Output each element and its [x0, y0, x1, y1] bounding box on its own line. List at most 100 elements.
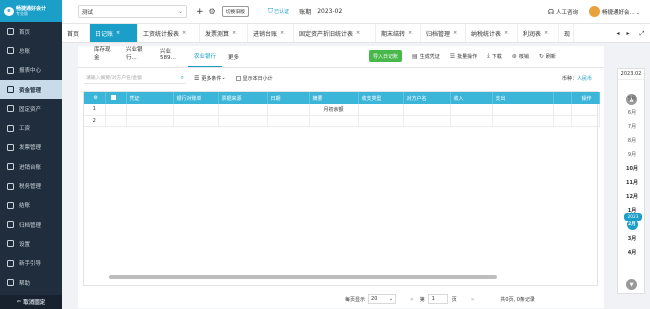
page-input[interactable]: 1	[427, 294, 448, 304]
timeline-month[interactable]: 7月	[618, 119, 646, 133]
account-select[interactable]: 测试 ⌄	[78, 5, 187, 18]
sidebar-item[interactable]: 设置	[0, 234, 62, 253]
timeline-month[interactable]: 11月	[618, 175, 646, 189]
timeline-month[interactable]: 3月	[618, 231, 646, 245]
generate-voucher-button[interactable]: ▤ 生成凭证	[412, 53, 440, 60]
tab-scroll-right-icon[interactable]: ▸	[624, 24, 632, 43]
column-counterparty[interactable]: 对方户名	[403, 92, 451, 104]
account-subtab[interactable]: 农业银行	[188, 52, 222, 67]
timeline-month[interactable]: 5月	[618, 91, 646, 105]
period-value[interactable]: 2023-02	[317, 8, 342, 15]
close-icon[interactable]: ×	[453, 30, 457, 36]
check-button[interactable]: ⊛ 核销	[512, 53, 529, 60]
currency-select[interactable]: 币种：人民币	[562, 75, 592, 82]
download-button[interactable]: ⤓ 下载	[487, 52, 502, 60]
column-expense[interactable]: 支出	[492, 92, 554, 104]
sidebar-item[interactable]: 新手引导	[0, 254, 62, 273]
sidebar-item[interactable]: 归档管理	[0, 215, 62, 234]
fullscreen-icon[interactable]: ⤢	[638, 24, 646, 43]
timeline-month[interactable]: 9月	[618, 147, 646, 161]
timeline-down-icon[interactable]: ▼	[626, 279, 637, 290]
sidebar-item[interactable]: 结账	[0, 196, 62, 215]
horizontal-scrollbar[interactable]	[109, 275, 497, 279]
gear-icon[interactable]: ⚙	[209, 7, 216, 16]
unpin-sidebar-button[interactable]: ⇐ 取消固定	[0, 295, 62, 309]
tab-scroll-left-icon[interactable]: ◂	[614, 24, 622, 43]
logo[interactable]: e 畅捷通好会计 专业版	[0, 0, 62, 22]
column-voucher[interactable]: 凭证	[126, 92, 174, 104]
timeline-current-period[interactable]: 2023.02	[618, 69, 644, 80]
sidebar-item[interactable]: 进销台账	[0, 157, 62, 176]
column-type[interactable]: 收支类型	[358, 92, 404, 104]
refresh-button[interactable]: ↻ 刷新	[539, 53, 556, 60]
sidebar-item[interactable]: 总账	[0, 41, 62, 60]
close-period-icon	[7, 201, 14, 209]
sidebar-item[interactable]: 资金管理	[0, 79, 62, 100]
tab[interactable]: 归档管理 ×	[421, 24, 466, 42]
sidebar-item[interactable]: 发票管理	[0, 138, 62, 157]
batch-ops-button[interactable]: ☰ 批量操作	[450, 53, 477, 60]
help-consult-button[interactable]: ☊ 人工咨询	[548, 8, 578, 16]
account-subtab[interactable]: 库存现金	[88, 45, 120, 67]
column-actions[interactable]: 操作	[571, 92, 600, 104]
tab[interactable]: 工资统计报表 ×	[138, 24, 200, 42]
user-menu[interactable]: 畅捷通好会...⌄	[602, 8, 640, 16]
sidebar-item[interactable]: 固定资产	[0, 99, 62, 118]
close-icon[interactable]: ×	[116, 30, 120, 36]
tab[interactable]: 现	[559, 24, 574, 42]
switch-old-version-button[interactable]: 切换旧版	[221, 6, 249, 17]
timeline-month[interactable]: 8月	[618, 133, 646, 147]
tab[interactable]: 进销台账 ×	[248, 24, 294, 42]
help-consult-label: 人工咨询	[556, 9, 579, 16]
timeline-month[interactable]: 10月	[618, 161, 646, 175]
certified-badge[interactable]: ⛉ 已认证	[268, 7, 289, 16]
account-subtab[interactable]: 兴业589...	[154, 47, 188, 67]
close-icon[interactable]: ×	[232, 30, 236, 36]
table-row[interactable]: 2	[84, 115, 600, 127]
page-label: 第	[419, 296, 425, 303]
close-icon[interactable]: ×	[504, 30, 508, 36]
more-accounts-dropdown[interactable]: 更多	[222, 53, 246, 67]
tab[interactable]: 固定资产折旧统计表 ×	[294, 24, 376, 42]
tab[interactable]: 纳税统计表 ×	[466, 24, 518, 42]
search-input[interactable]: 请输入摘要/对方户名/金额 ⌕	[84, 73, 186, 84]
sidebar-item[interactable]: 报表中心	[0, 61, 62, 80]
asset-icon	[7, 105, 14, 113]
per-page-select[interactable]: 20 ⌄	[368, 294, 397, 304]
import-journal-button[interactable]: 导入日记账	[369, 50, 403, 62]
tab[interactable]: 利润表 ×	[518, 24, 559, 42]
column-date[interactable]: 日期	[267, 92, 310, 104]
close-icon[interactable]: ×	[182, 30, 186, 36]
close-icon[interactable]: ×	[356, 30, 360, 36]
column-bill-source[interactable]: 票据来源	[218, 92, 268, 104]
timeline-month[interactable]: 12月	[618, 189, 646, 203]
prev-page-icon[interactable]: «	[410, 296, 414, 303]
top-header: 测试 ⌄ + ⚙ 切换旧版 ⛉ 已认证 账期 2023-02 ☊ 人工咨询 畅捷…	[62, 0, 650, 24]
sidebar-item[interactable]: 帮助	[0, 273, 62, 292]
account-subtab[interactable]: 兴业银行...	[120, 45, 154, 67]
column-bank-statement[interactable]: 银行对账单	[173, 92, 219, 104]
show-today-subtotal-checkbox[interactable]: 显示本日小计	[235, 75, 273, 82]
tab[interactable]: 期末结转 ×	[376, 24, 421, 42]
more-conditions-button[interactable]: ☰ 更多条件 ⌄	[194, 75, 226, 82]
next-page-icon[interactable]: »	[471, 296, 475, 303]
select-all-checkbox[interactable]	[105, 92, 127, 104]
column-income[interactable]: 收入	[450, 92, 493, 104]
timeline-month[interactable]: 6月	[618, 105, 646, 119]
search-icon[interactable]: ⌕	[181, 74, 184, 82]
tab[interactable]: 日记账 ×	[90, 24, 138, 42]
close-icon[interactable]: ×	[408, 30, 412, 36]
table-row[interactable]: 1 月初余额	[84, 104, 600, 116]
tab[interactable]: 发票测算 ×	[200, 24, 248, 42]
column-summary[interactable]: 摘要	[309, 92, 359, 104]
close-icon[interactable]: ×	[280, 30, 284, 36]
timeline-month[interactable]: 4月	[618, 245, 646, 259]
avatar[interactable]	[589, 6, 601, 17]
close-icon[interactable]: ×	[544, 30, 548, 36]
sidebar-item[interactable]: 税务管理	[0, 176, 62, 195]
sidebar-item[interactable]: 工资	[0, 118, 62, 137]
sidebar-item[interactable]: 首页	[0, 22, 62, 41]
add-account-icon[interactable]: +	[196, 7, 204, 17]
column-settings-icon[interactable]: ⚙	[84, 92, 106, 104]
tab[interactable]: 首页	[62, 24, 90, 42]
